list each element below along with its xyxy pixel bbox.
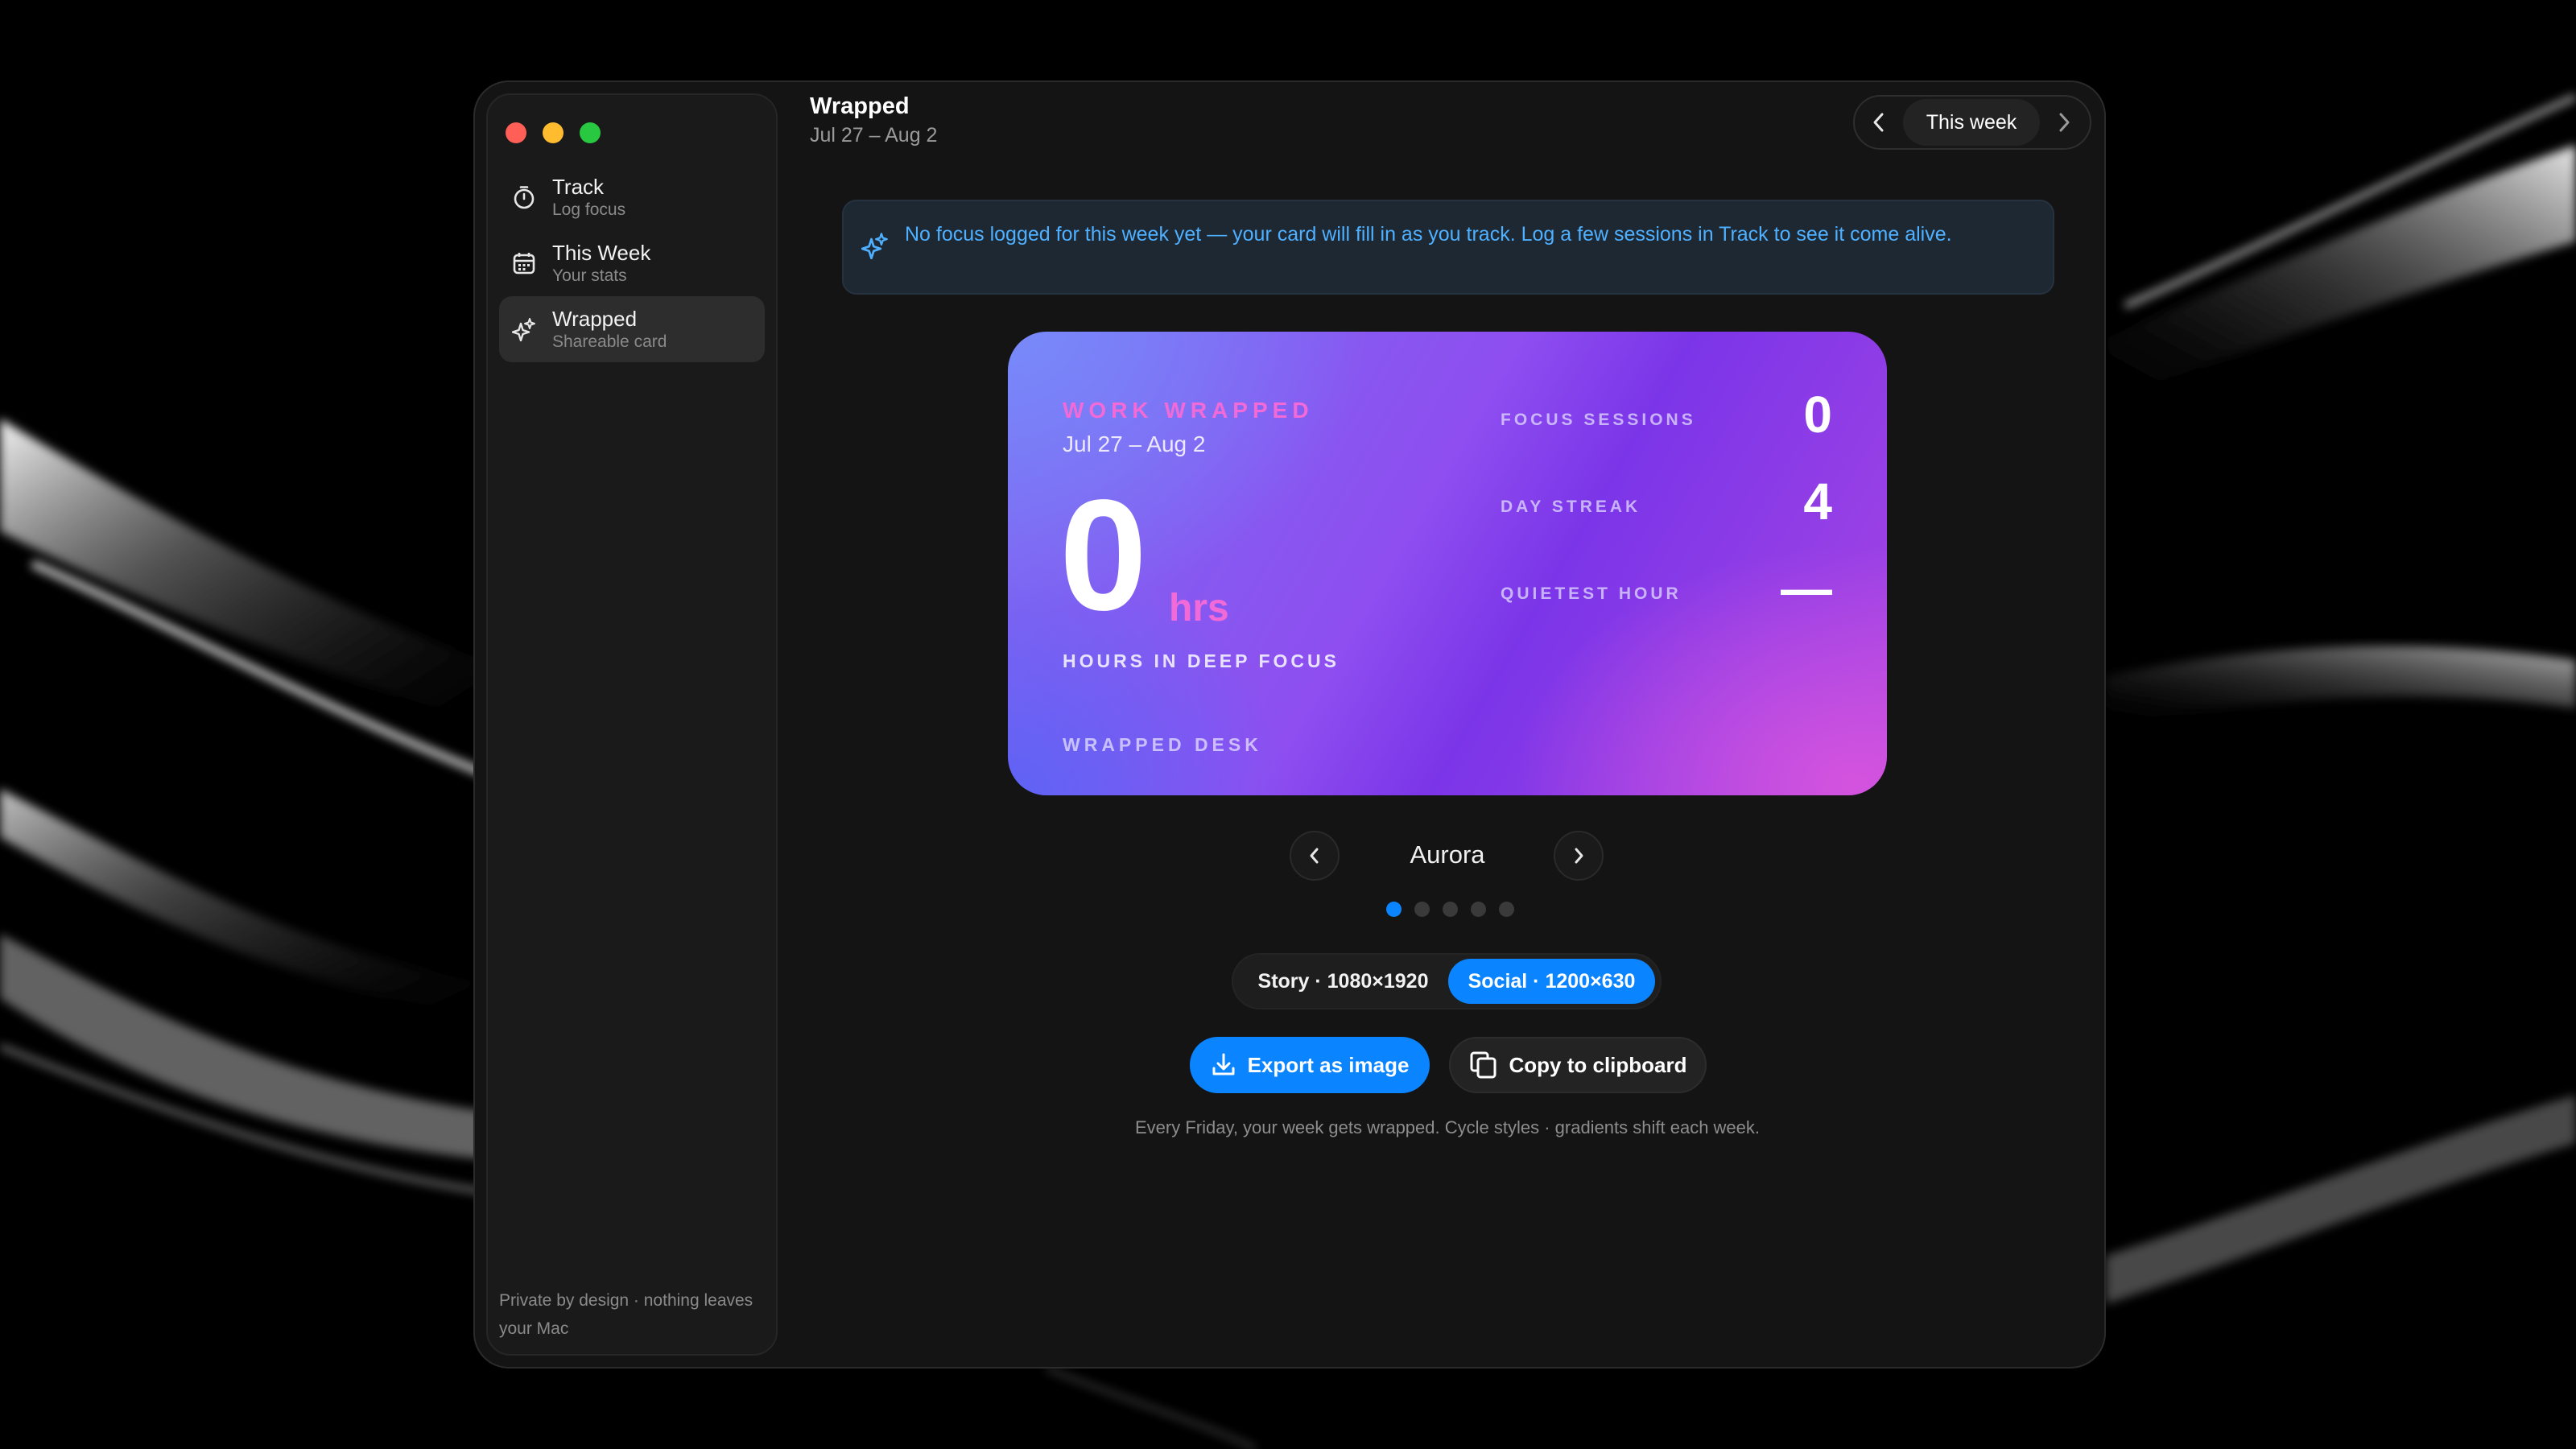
card-hours-caption: HOURS IN DEEP FOCUS xyxy=(1063,650,1340,671)
size-option-story[interactable]: Story · 1080×1920 xyxy=(1238,959,1448,1004)
style-dot[interactable] xyxy=(1471,902,1486,917)
copy-icon xyxy=(1470,1051,1496,1079)
next-style-button[interactable] xyxy=(1554,831,1604,881)
sidebar-item-sublabel: Shareable card xyxy=(552,332,667,351)
page-title: Wrapped xyxy=(810,93,910,119)
export-image-button[interactable]: Export as image xyxy=(1190,1037,1430,1093)
style-page-dots xyxy=(1386,902,1514,917)
stat-label-day-streak: DAY STREAK xyxy=(1501,497,1641,516)
app-window: Track Log focus This Week Your stats Wra… xyxy=(473,80,2106,1368)
chevron-right-icon xyxy=(1575,848,1583,864)
copy-button-label: Copy to clipboard xyxy=(1509,1052,1687,1077)
card-brand: WRAPPED DESK xyxy=(1063,734,1262,755)
wrapped-card-preview: WORK WRAPPED Jul 27 – Aug 2 0 hrs HOURS … xyxy=(1008,332,1887,795)
chevron-left-icon xyxy=(1310,848,1319,864)
window-controls xyxy=(506,122,601,143)
sidebar-item-label: Track xyxy=(552,175,605,199)
copy-clipboard-button[interactable]: Copy to clipboard xyxy=(1449,1037,1707,1093)
sidebar-item-sublabel: Log focus xyxy=(552,200,626,219)
export-button-label: Export as image xyxy=(1247,1052,1410,1077)
style-dot[interactable] xyxy=(1443,902,1458,917)
calendar-icon xyxy=(510,250,538,277)
previous-week-button[interactable] xyxy=(1855,98,1903,147)
style-name: Aurora xyxy=(1410,840,1485,869)
sidebar-item-track[interactable]: Track Log focus xyxy=(499,164,765,230)
minimize-window-button[interactable] xyxy=(543,122,564,143)
close-window-button[interactable] xyxy=(506,122,526,143)
next-week-button[interactable] xyxy=(2040,98,2088,147)
empty-state-banner: No focus logged for this week yet — your… xyxy=(842,200,2054,295)
stopwatch-icon xyxy=(510,184,538,211)
style-dot[interactable] xyxy=(1414,902,1430,917)
card-hours-unit: hrs xyxy=(1169,587,1229,630)
stat-label-focus-sessions: FOCUS SESSIONS xyxy=(1501,411,1696,429)
card-eyebrow: WORK WRAPPED xyxy=(1063,398,1314,423)
card-date-range: Jul 27 – Aug 2 xyxy=(1063,431,1206,456)
page-date-range: Jul 27 – Aug 2 xyxy=(810,124,938,147)
size-toggle: Story · 1080×1920 Social · 1200×630 xyxy=(1232,953,1662,1009)
stat-value-day-streak: 4 xyxy=(1803,473,1832,530)
sparkles-icon xyxy=(510,316,538,343)
stat-label-quietest-hour: QUIETEST HOUR xyxy=(1501,584,1682,603)
stat-value-focus-sessions: 0 xyxy=(1803,386,1832,444)
style-dot[interactable] xyxy=(1499,902,1514,917)
stat-value-quietest-hour: — xyxy=(1781,559,1832,617)
sparkles-icon xyxy=(861,232,889,263)
sidebar: Track Log focus This Week Your stats Wra… xyxy=(486,93,778,1356)
sidebar-item-label: This Week xyxy=(552,241,651,265)
card-hours-value: 0 xyxy=(1059,467,1148,643)
chevron-left-icon xyxy=(1873,113,1884,132)
sidebar-nav: Track Log focus This Week Your stats Wra… xyxy=(499,164,765,362)
privacy-note: Private by design · nothing leaves your … xyxy=(499,1291,753,1338)
chevron-right-icon xyxy=(2059,113,2070,132)
sidebar-item-this-week[interactable]: This Week Your stats xyxy=(499,230,765,296)
zoom-window-button[interactable] xyxy=(580,122,601,143)
current-week-button[interactable]: This week xyxy=(1903,99,2040,146)
sidebar-item-label: Wrapped xyxy=(552,307,638,331)
size-option-social[interactable]: Social · 1200×630 xyxy=(1448,959,1655,1004)
banner-message: No focus logged for this week yet — your… xyxy=(905,223,1952,246)
download-icon xyxy=(1212,1053,1235,1075)
sidebar-item-sublabel: Your stats xyxy=(552,266,627,285)
style-dot[interactable] xyxy=(1386,902,1402,917)
week-navigator: This week xyxy=(1853,95,2091,150)
previous-style-button[interactable] xyxy=(1290,831,1340,881)
sidebar-item-wrapped[interactable]: Wrapped Shareable card xyxy=(499,296,765,362)
footnote: Every Friday, your week gets wrapped. Cy… xyxy=(1134,1117,1761,1137)
